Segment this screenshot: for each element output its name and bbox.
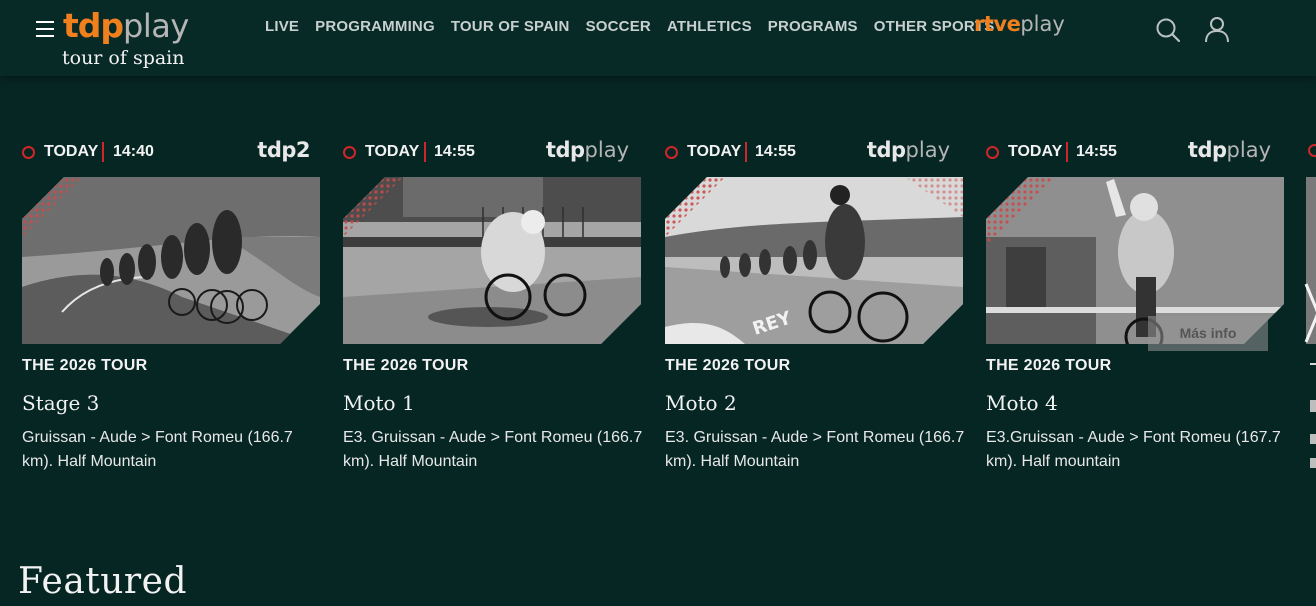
card-time: 14:55 — [1076, 143, 1117, 160]
channel-name: tdp — [866, 138, 906, 162]
menu-icon[interactable] — [36, 21, 54, 37]
next-card-title-fragment — [1310, 400, 1316, 412]
card-day: TODAY — [1008, 143, 1063, 160]
card-meta: TODAY 14:55 tdpplay — [986, 138, 1284, 162]
nav-programming[interactable]: PROGRAMMING — [315, 17, 435, 37]
channel-logo: tdpplay — [546, 136, 629, 167]
card-description: E3. Gruissan - Aude > Font Romeu (166.7 … — [343, 429, 643, 470]
channel-suffix: play — [584, 138, 629, 162]
card-description: Gruissan - Aude > Font Romeu (166.7 km).… — [22, 429, 293, 470]
video-card[interactable]: TODAY 14:55 tdpplay THE 2026 TOUR Moto 4… — [986, 138, 1284, 478]
channel-logo: tdpplay — [867, 136, 950, 167]
live-indicator-icon — [665, 146, 678, 159]
live-indicator-icon — [22, 146, 35, 159]
live-indicator-icon — [343, 146, 356, 159]
card-series: THE 2026 TOUR — [343, 357, 469, 374]
card-thumbnail[interactable] — [343, 177, 641, 344]
card-day: TODAY — [44, 143, 99, 160]
card-title[interactable]: Moto 2 — [665, 390, 737, 416]
video-card[interactable]: TODAY 14:55 tdpplay THE 2026 TOUR Moto 1… — [343, 138, 642, 478]
card-time: 14:40 — [113, 143, 154, 160]
card-title[interactable]: Moto 1 — [343, 390, 415, 416]
channel-logo: tdpplay — [1188, 136, 1271, 167]
logo-tdp-text: tdp — [63, 6, 124, 45]
meta-divider — [102, 142, 104, 162]
tdp-play-logo[interactable]: tdp play tour of spain — [62, 6, 203, 72]
logo-subtitle: tour of spain — [62, 47, 185, 69]
more-info-button[interactable]: Más info — [1148, 316, 1268, 351]
featured-section-title: Featured — [18, 561, 187, 602]
channel-name: tdp — [545, 138, 585, 162]
card-time: 14:55 — [755, 143, 796, 160]
card-day: TODAY — [687, 143, 742, 160]
logo-play-text: play — [123, 7, 189, 45]
card-meta: TODAY 14:55 tdpplay — [343, 138, 641, 162]
card-description: E3.Gruissan - Aude > Font Romeu (167.7 k… — [986, 429, 1281, 470]
card-description: E3. Gruissan - Aude > Font Romeu (166.7 … — [665, 429, 965, 470]
next-card-desc-fragment — [1310, 434, 1316, 444]
channel-name: tdp — [1187, 138, 1227, 162]
card-series: THE 2026 TOUR — [665, 357, 791, 374]
nav-athletics[interactable]: ATHLETICS — [667, 17, 752, 37]
rtve-play-text: play — [1020, 12, 1065, 36]
card-thumbnail[interactable]: REY — [665, 177, 963, 344]
channel-suffix: play — [1226, 138, 1271, 162]
card-day: TODAY — [365, 143, 420, 160]
meta-divider — [745, 142, 747, 162]
nav-live[interactable]: LIVE — [265, 17, 299, 37]
channel-suffix: play — [905, 138, 950, 162]
meta-divider — [424, 142, 426, 162]
card-series: THE 2026 TOUR — [22, 357, 148, 374]
card-thumbnail[interactable] — [22, 177, 320, 344]
card-time: 14:55 — [434, 143, 475, 160]
meta-divider — [1066, 142, 1068, 162]
chevron-right-icon[interactable] — [1303, 282, 1316, 344]
search-icon[interactable] — [1155, 17, 1181, 43]
card-series: THE 2026 TOUR — [986, 357, 1112, 374]
top-header: tdp play tour of spain LIVE PROGRAMMING … — [0, 0, 1316, 76]
nav-tour-of-spain[interactable]: TOUR OF SPAIN — [451, 17, 570, 37]
next-card-series-fragment — [1310, 363, 1316, 365]
main-nav: LIVE PROGRAMMING TOUR OF SPAIN SOCCER AT… — [265, 17, 994, 37]
card-title[interactable]: Stage 3 — [22, 390, 99, 416]
rtve-play-link[interactable]: rtveplay — [974, 12, 1065, 42]
card-title[interactable]: Moto 4 — [986, 390, 1058, 416]
nav-soccer[interactable]: SOCCER — [586, 17, 651, 37]
card-meta: TODAY 14:40 tdp2 — [22, 138, 320, 162]
live-indicator-icon — [986, 146, 999, 159]
user-icon[interactable] — [1203, 15, 1231, 43]
video-card[interactable]: TODAY 14:55 tdpplay REY THE 2026 TOUR Mo… — [665, 138, 964, 478]
card-meta: TODAY 14:55 tdpplay — [665, 138, 963, 162]
rtve-logo-text: rtve — [974, 12, 1021, 36]
nav-programs[interactable]: PROGRAMS — [768, 17, 858, 37]
live-indicator-icon — [1308, 144, 1316, 157]
channel-logo: tdp2 — [257, 136, 310, 167]
video-card[interactable]: TODAY 14:40 tdp2 THE 2026 TOUR Stage 3 G… — [22, 138, 320, 478]
next-card-desc-fragment — [1310, 458, 1316, 468]
channel-name: tdp2 — [257, 138, 310, 162]
